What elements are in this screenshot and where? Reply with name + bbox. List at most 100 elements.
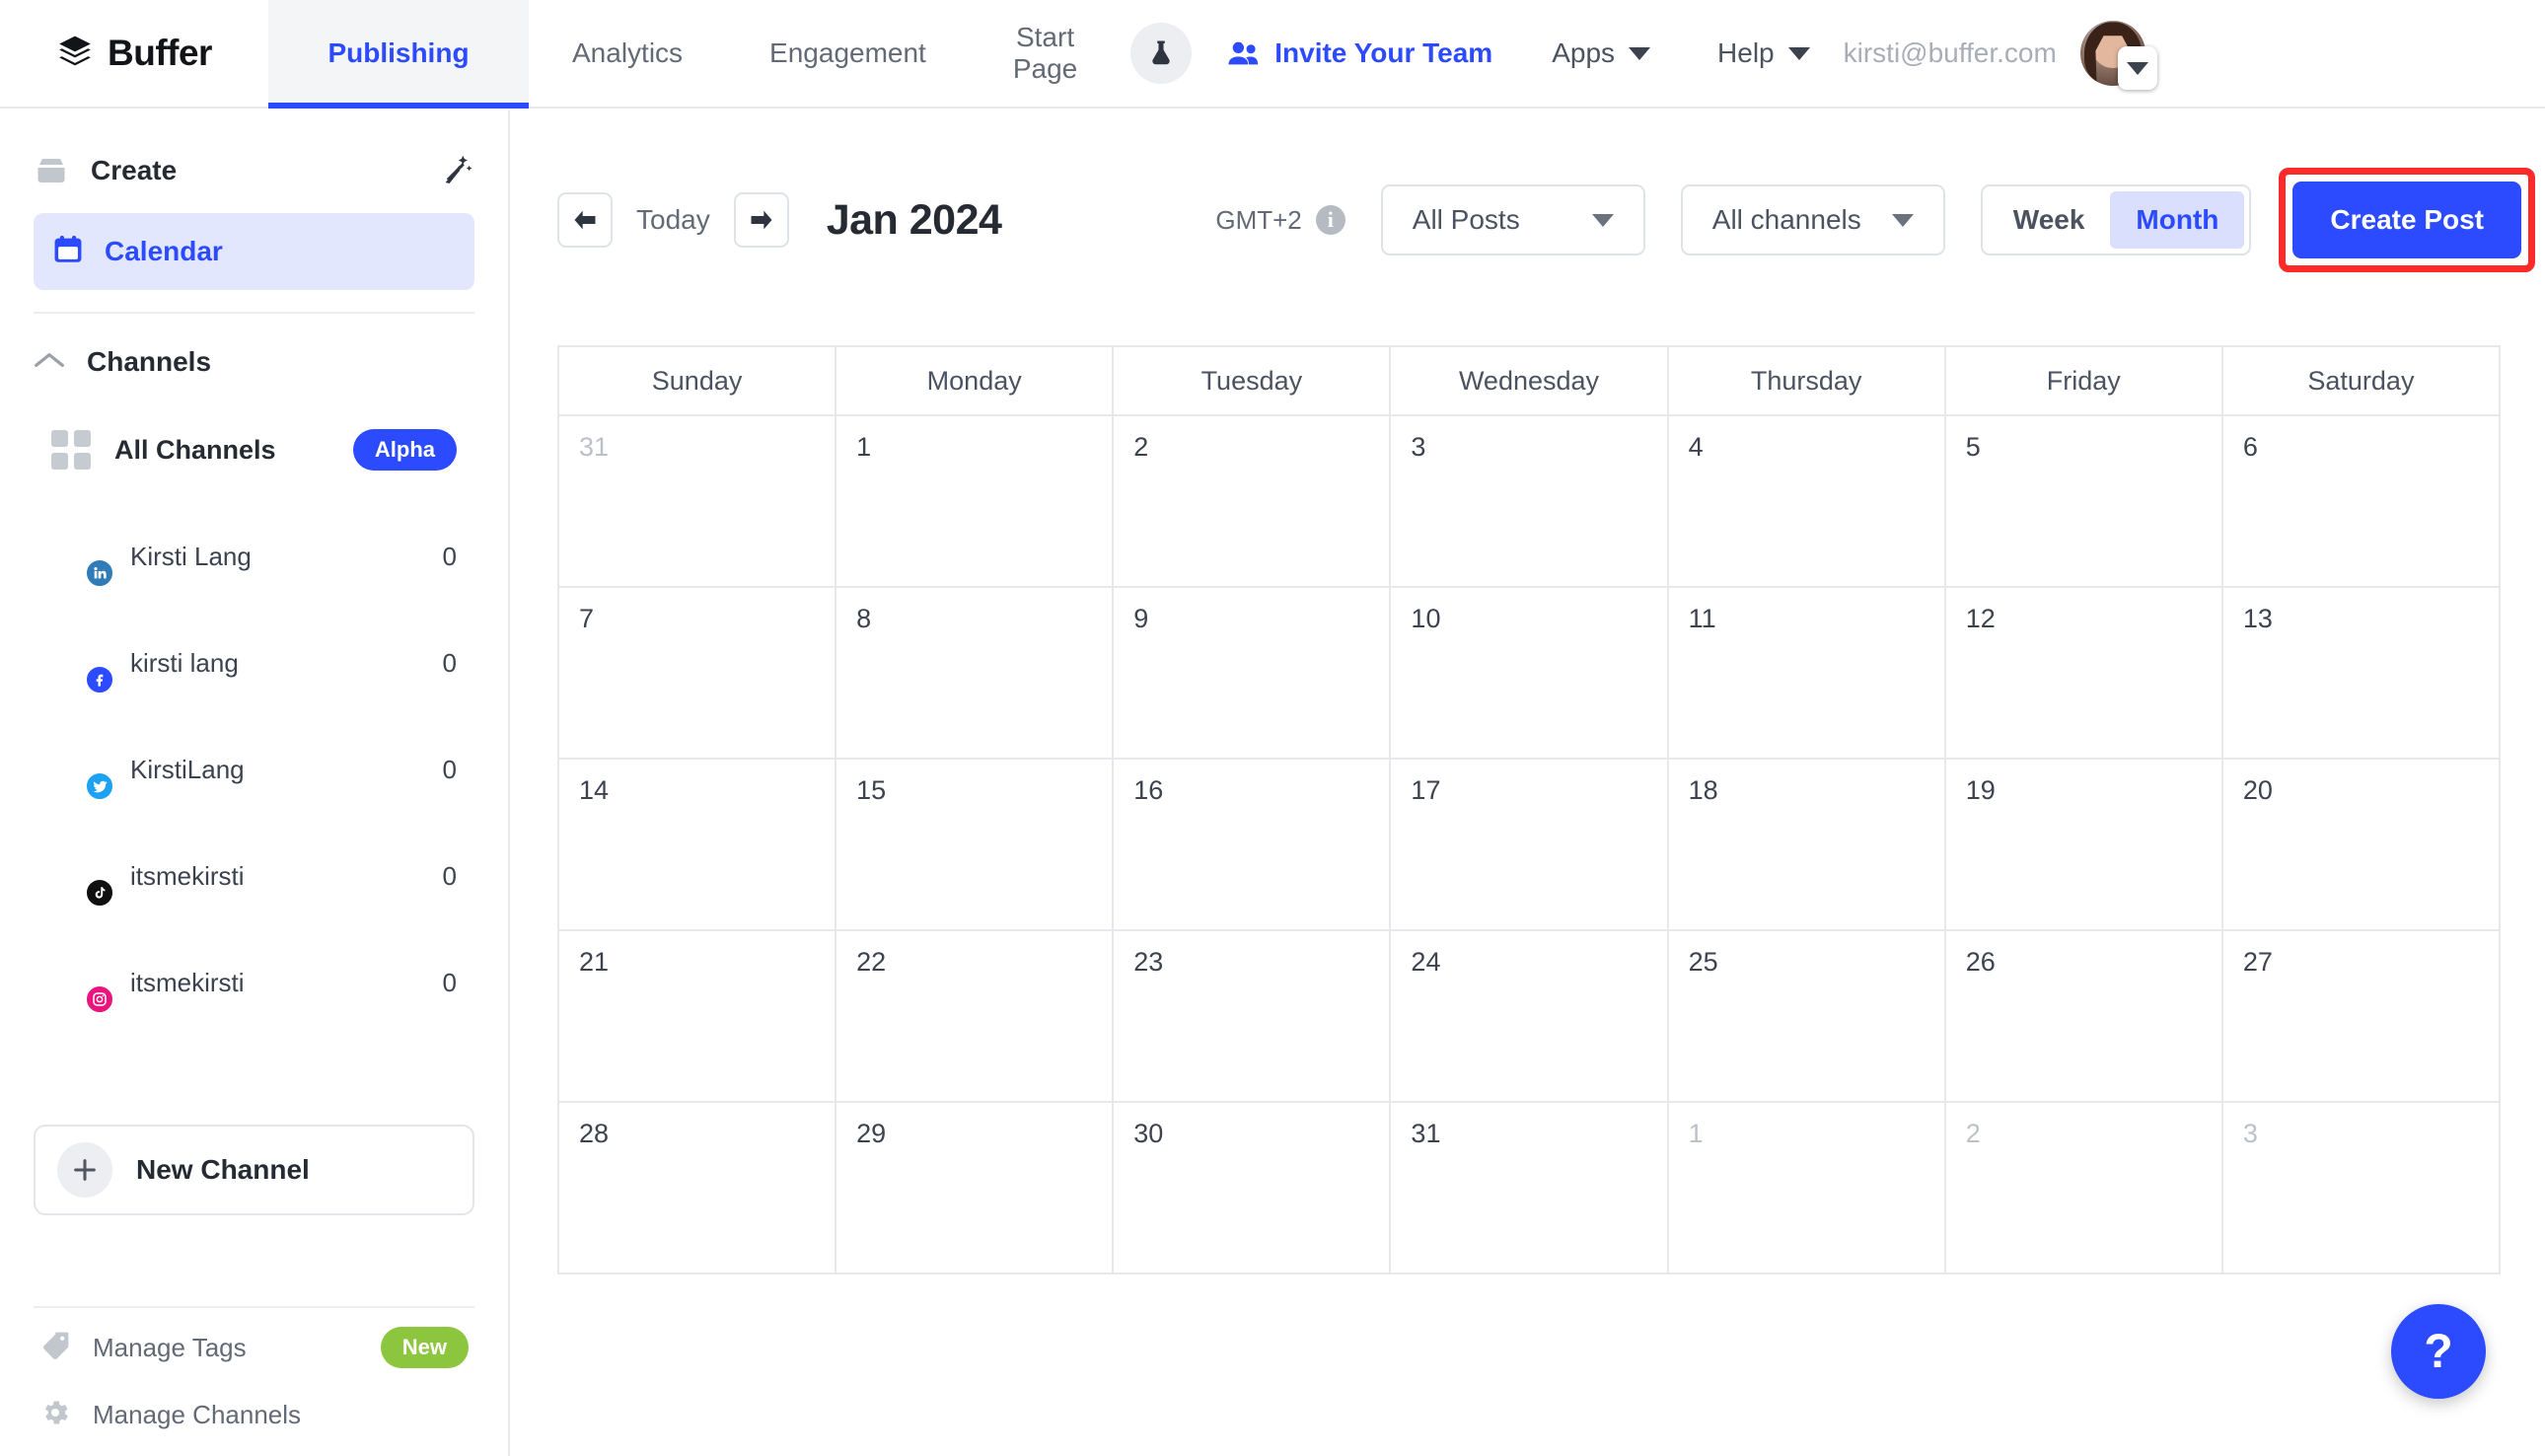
plus-icon [57,1142,112,1198]
calendar-day-cell[interactable]: 27 [2222,931,2501,1101]
channel-post-count: 0 [442,860,457,891]
calendar-day-cell[interactable]: 11 [1668,588,1946,758]
channel-filter-select[interactable]: All channels [1680,184,1945,255]
calendar-week-row: 31 1 2 3 4 5 6 [559,416,2501,588]
tab-publishing[interactable]: Publishing [268,0,529,109]
calendar-day-cell[interactable]: 31 [559,416,837,586]
tag-icon [39,1330,71,1366]
calendar-day-cell[interactable]: 20 [2222,760,2501,929]
help-button[interactable]: ? [2391,1304,2486,1399]
sidebar-create-header[interactable]: Create [34,138,474,203]
calendar-day-cell[interactable]: 26 [1945,931,2223,1101]
calendar-day-cell[interactable]: 2 [1945,1103,2223,1273]
channel-name: itsmekirsti [130,860,245,891]
chevron-down-icon [1629,46,1651,60]
people-icon [1228,41,1259,65]
calendar-day-cell[interactable]: 3 [1391,416,1669,586]
calendar-day-cell[interactable]: 23 [1114,931,1392,1101]
chevron-down-icon [1787,46,1810,60]
invite-your-team-link[interactable]: Invite Your Team [1227,37,1492,69]
tab-start-page[interactable]: Start Page [970,0,1121,107]
all-channels-label: All Channels [114,434,276,465]
tab-analytics[interactable]: Analytics [529,0,726,107]
sidebar-item-manage-channels[interactable]: Manage Channels [34,1381,474,1448]
calendar-day-cell[interactable]: 29 [836,1103,1115,1273]
channel-name: KirstiLang [130,754,245,784]
account-menu[interactable] [2079,21,2157,90]
calendar-day-cell[interactable]: 18 [1668,760,1946,929]
calendar-day-cell[interactable]: 28 [559,1103,837,1273]
calendar-day-cell[interactable]: 14 [559,760,837,929]
help-menu[interactable]: Help [1717,37,1810,69]
calendar-day-cell[interactable]: 22 [836,931,1115,1101]
view-toggle-month[interactable]: Month [2110,191,2245,249]
calendar-day-cell[interactable]: 19 [1945,760,2223,929]
calendar-day-cell[interactable]: 17 [1391,760,1669,929]
view-toggle-week[interactable]: Week [1988,191,2111,249]
calendar-day-cell[interactable]: 21 [559,931,837,1101]
calendar-day-cell[interactable]: 15 [836,760,1115,929]
create-post-button[interactable]: Create Post [2292,182,2521,258]
sidebar-channel-row[interactable]: itsmekirsti 0 [34,823,474,929]
calendar-day-cell[interactable]: 7 [559,588,837,758]
sidebar-channel-row[interactable]: Kirsti Lang 0 [34,503,474,610]
sidebar-channel-row[interactable]: kirsti lang 0 [34,610,474,716]
calendar-day-cell[interactable]: 30 [1114,1103,1392,1273]
calendar-week-row: 21 22 23 24 25 26 27 [559,931,2501,1103]
calendar-day-cell[interactable]: 2 [1114,416,1392,586]
channel-avatar [51,1061,107,1117]
next-month-button[interactable] [733,192,789,248]
chevron-down-icon [1891,213,1914,227]
sidebar-channels-label: Channels [87,346,212,377]
invite-label: Invite Your Team [1274,37,1493,68]
lab-flask-button[interactable] [1130,23,1193,84]
calendar-day-cell[interactable]: 1 [1668,1103,1946,1273]
sidebar-divider-bottom [34,1306,474,1308]
weekday-wednesday: Wednesday [1391,347,1669,414]
account-menu-caret[interactable] [2117,46,2157,90]
tab-publishing-label: Publishing [327,36,470,68]
new-channel-button[interactable]: New Channel [34,1125,474,1215]
calendar-day-cell[interactable]: 31 [1391,1103,1669,1273]
calendar-day-cell[interactable]: 16 [1114,760,1392,929]
calendar-day-cell[interactable]: 10 [1391,588,1669,758]
calendar-day-cell[interactable]: 25 [1668,931,1946,1101]
weekday-saturday: Saturday [2222,347,2501,414]
apps-menu[interactable]: Apps [1552,37,1651,69]
channel-post-count: 0 [442,754,457,784]
channel-post-count: 0 [442,541,457,571]
channel-avatar [51,955,114,1014]
calendar-day-cell[interactable]: 5 [1945,416,2223,586]
previous-month-button[interactable] [557,192,613,248]
chevron-down-icon [1591,213,1614,227]
calendar-day-cell[interactable]: 12 [1945,588,2223,758]
gear-icon [39,1397,71,1433]
calendar-day-cell[interactable]: 8 [836,588,1115,758]
channel-avatar [51,848,114,908]
post-filter-select[interactable]: All Posts [1380,184,1645,255]
top-navigation-bar: Buffer Publishing Analytics Engagement S… [0,0,2545,109]
sidebar-channels-section-header[interactable]: Channels [34,328,474,397]
user-email: kirsti@buffer.com [1843,37,2057,68]
sidebar-item-calendar[interactable]: Calendar [34,213,474,290]
sidebar-channel-row[interactable]: itsmekirsti 0 [34,929,474,1036]
manage-channels-label: Manage Channels [93,1399,302,1429]
info-icon[interactable]: i [1315,205,1345,235]
calendar-day-cell[interactable]: 9 [1114,588,1392,758]
arrow-left-icon [574,210,596,230]
calendar-day-cell[interactable]: 13 [2222,588,2501,758]
brand-logo-area[interactable]: Buffer [0,0,268,107]
sidebar-item-manage-tags[interactable]: Manage Tags New [34,1314,474,1381]
calendar-day-cell[interactable]: 4 [1668,416,1946,586]
calendar-day-cell[interactable]: 3 [2222,1103,2501,1273]
tab-engagement[interactable]: Engagement [726,0,970,107]
calendar-day-cell[interactable]: 24 [1391,931,1669,1101]
magic-wand-icon[interactable] [439,151,474,191]
flask-icon [1152,40,1170,65]
sidebar-channel-row[interactable]: KirstiLang 0 [34,716,474,823]
sidebar-item-calendar-label: Calendar [105,236,223,266]
calendar-day-cell[interactable]: 1 [836,416,1115,586]
calendar-day-cell[interactable]: 6 [2222,416,2501,586]
sidebar-item-all-channels[interactable]: All Channels Alpha [34,397,474,503]
today-button[interactable]: Today [636,204,710,236]
